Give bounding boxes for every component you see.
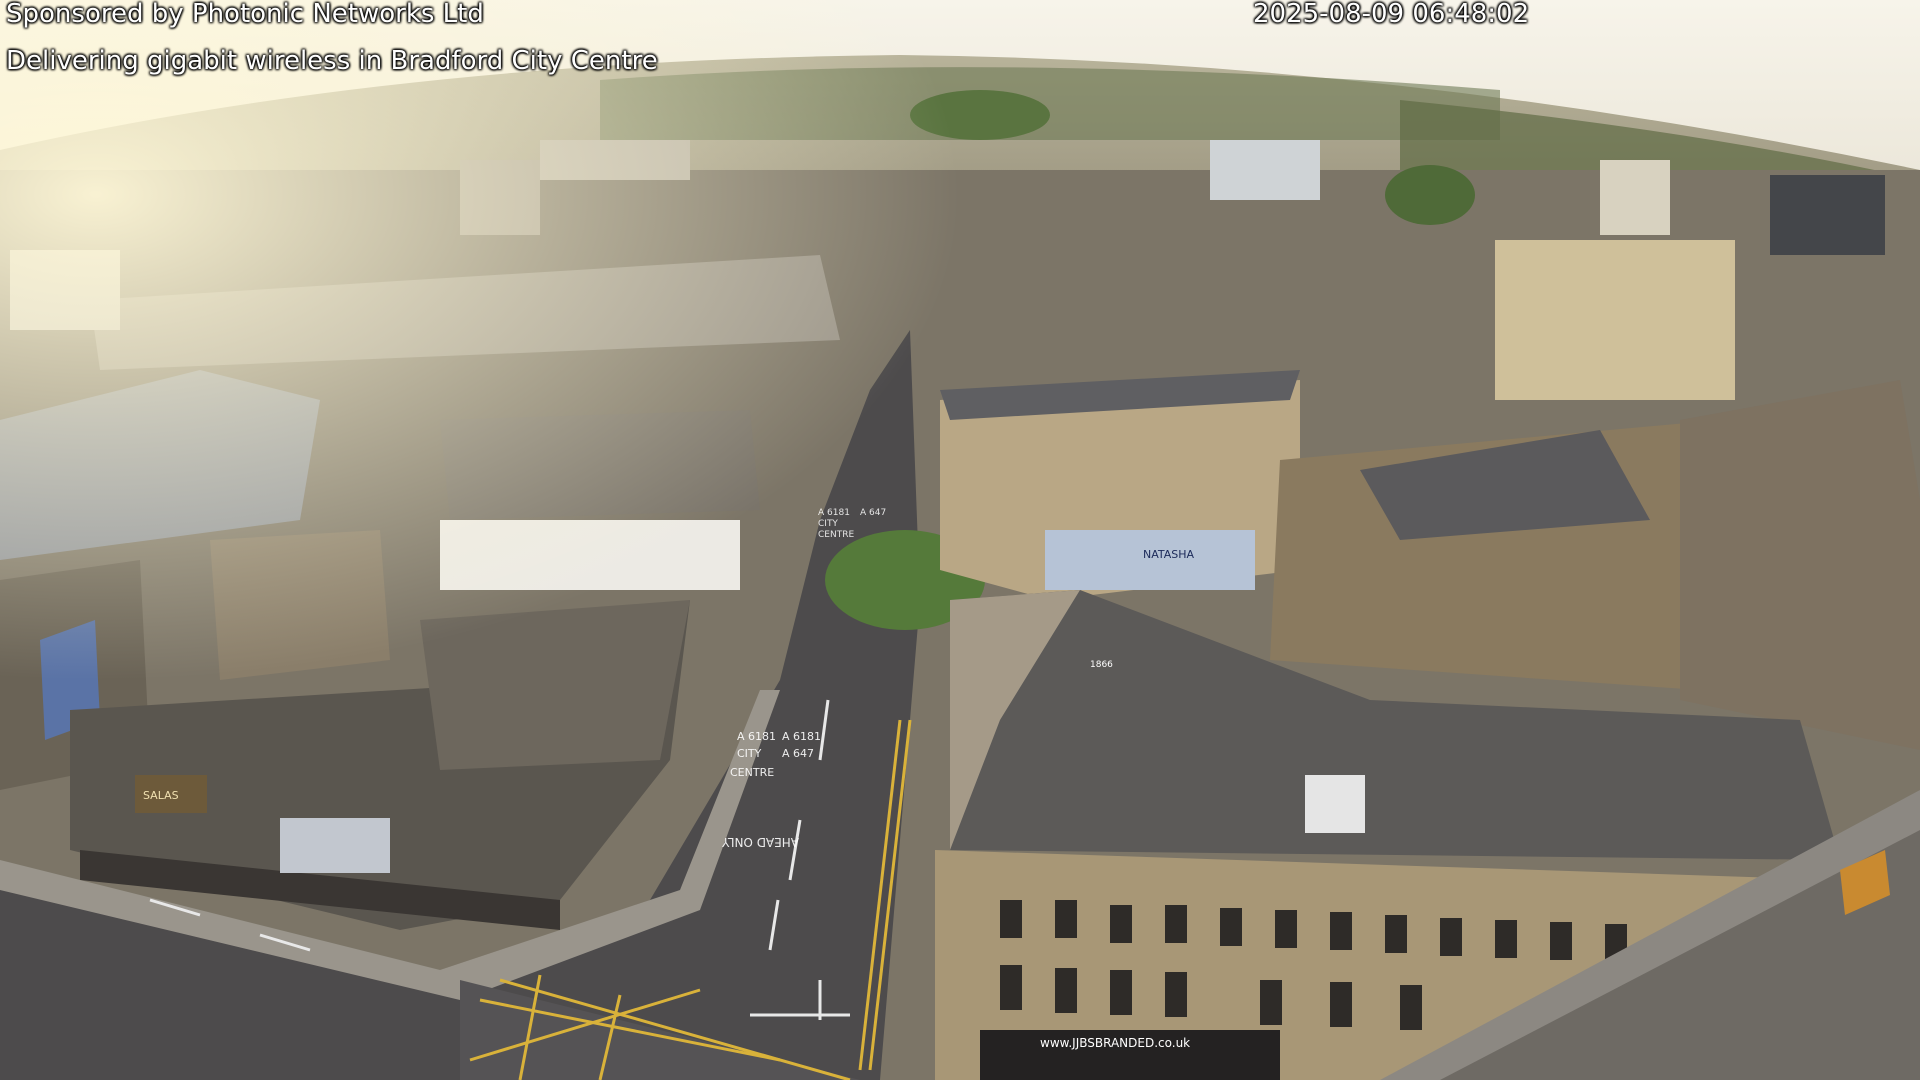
- road-marking-lower-4: A 647: [782, 747, 814, 760]
- road-marking-upper-3: CITY: [818, 519, 838, 529]
- road-marking-ahead-only: AHEAD ONLY: [721, 835, 799, 849]
- webcam-scene: A 6181 A 647 CITY CENTRE A 6181 A 6181 C…: [0, 0, 1920, 1080]
- sign-salas: SALAS: [143, 789, 179, 802]
- sponsor-caption: Sponsored by Photonic Networks Ltd: [6, 0, 484, 29]
- road-marking-upper-4: CENTRE: [818, 530, 854, 540]
- date-stone: 1866: [1090, 660, 1113, 670]
- timestamp-caption: 2025-08-09 06:48:02: [1253, 0, 1530, 29]
- road-marking-lower-5: CENTRE: [730, 766, 774, 779]
- road-marking-lower-2: A 6181: [782, 730, 821, 743]
- road-marking-lower-3: CITY: [737, 747, 762, 760]
- road-marking-lower-1: A 6181: [737, 730, 776, 743]
- tagline-caption: Delivering gigabit wireless in Bradford …: [6, 46, 658, 76]
- sign-natasha: NATASHA: [1143, 548, 1195, 561]
- sign-website: www.JJBSBRANDED.co.uk: [1040, 1036, 1190, 1050]
- sun-glare: [0, 0, 1920, 1080]
- road-marking-upper-2: A 647: [860, 508, 886, 518]
- road-marking-upper-1: A 6181: [818, 508, 850, 518]
